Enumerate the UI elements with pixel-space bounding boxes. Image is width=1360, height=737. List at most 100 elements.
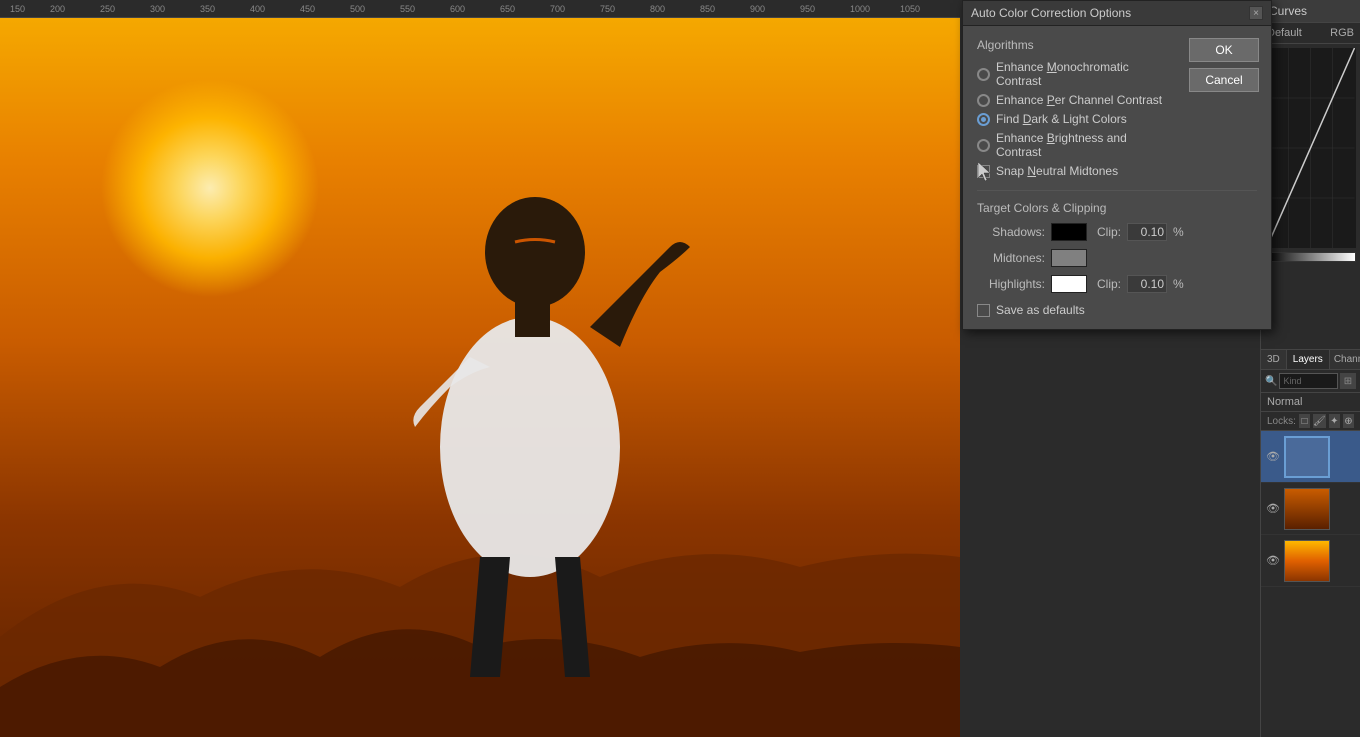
radio-row-enhance-brightness[interactable]: Enhance Brightness and Contrast xyxy=(977,131,1167,159)
sun-glow xyxy=(100,78,320,298)
ruler-mark: 150 xyxy=(10,4,25,14)
right-side-panel: Curves Default RGB xyxy=(1260,0,1360,737)
layer-thumb-1 xyxy=(1284,436,1330,478)
lock-transparency-icon[interactable]: □ xyxy=(1299,414,1310,428)
midtones-swatch[interactable] xyxy=(1051,249,1087,267)
ruler-mark: 700 xyxy=(550,4,565,14)
layer-item-2[interactable]: 👁 xyxy=(1261,483,1360,535)
highlights-swatch[interactable] xyxy=(1051,275,1087,293)
shadows-percent: % xyxy=(1173,225,1184,239)
ruler-mark: 200 xyxy=(50,4,65,14)
layer-thumb-3 xyxy=(1284,540,1330,582)
highlights-label: Highlights: xyxy=(977,277,1045,291)
ruler-mark: 950 xyxy=(800,4,815,14)
radio-row-enhance-mono[interactable]: Enhance Monochromatic Contrast xyxy=(977,60,1167,88)
curves-default-label: Default xyxy=(1267,27,1302,39)
person-silhouette xyxy=(360,97,700,707)
filter-icon[interactable]: ⊞ xyxy=(1340,373,1356,389)
algorithms-section: Algorithms Enhance Monochromatic Contras… xyxy=(977,38,1167,159)
ruler-mark: 400 xyxy=(250,4,265,14)
highlights-row: Highlights: Clip: % xyxy=(977,275,1257,293)
eye-icon-3[interactable]: 👁 xyxy=(1265,554,1281,567)
ruler-mark: 250 xyxy=(100,4,115,14)
dialog-buttons: OK Cancel xyxy=(1189,38,1259,92)
radio-label-find-dark: Find Dark & Light Colors xyxy=(996,112,1127,126)
layers-search-bar: 🔍 Kind ⊞ xyxy=(1261,370,1360,393)
blend-mode-row[interactable]: Normal xyxy=(1261,393,1360,412)
ok-button[interactable]: OK xyxy=(1189,38,1259,62)
radio-enhance-brightness[interactable] xyxy=(977,139,990,152)
ruler-mark: 650 xyxy=(500,4,515,14)
highlights-clip-input[interactable] xyxy=(1127,275,1167,293)
dialog-close-button[interactable]: × xyxy=(1249,6,1263,20)
target-clipping-section: Target Colors & Clipping Shadows: Clip: … xyxy=(977,190,1257,293)
ruler-mark: 1000 xyxy=(850,4,870,14)
layer-item-3[interactable]: 👁 xyxy=(1261,535,1360,587)
ruler-top: 150 200 250 300 350 400 450 500 550 600 … xyxy=(0,0,960,18)
layer-thumb-2 xyxy=(1284,488,1330,530)
radio-enhance-per[interactable] xyxy=(977,94,990,107)
save-defaults-checkbox[interactable] xyxy=(977,304,990,317)
ruler-mark: 900 xyxy=(750,4,765,14)
ruler-mark: 600 xyxy=(450,4,465,14)
blend-mode-label: Normal xyxy=(1267,396,1302,408)
tab-layers[interactable]: Layers xyxy=(1287,350,1330,369)
curves-title: Curves xyxy=(1269,4,1307,18)
curves-gradient-bar xyxy=(1265,252,1356,262)
highlights-clip-label: Clip: xyxy=(1097,277,1121,291)
kind-label: Kind xyxy=(1283,376,1301,386)
layers-panel: 3D Layers Channe 🔍 Kind ⊞ Normal Locks: … xyxy=(1261,350,1360,737)
ruler-mark: 1050 xyxy=(900,4,920,14)
ruler-mark: 350 xyxy=(200,4,215,14)
dialog-body: OK Cancel Algorithms Enhance Monochromat… xyxy=(963,26,1271,329)
cancel-button[interactable]: Cancel xyxy=(1189,68,1259,92)
midtones-row: Midtones: xyxy=(977,249,1257,267)
save-defaults-row[interactable]: Save as defaults xyxy=(977,303,1257,317)
search-icon: 🔍 xyxy=(1265,376,1277,387)
eye-icon-2[interactable]: 👁 xyxy=(1265,502,1281,515)
shadows-row: Shadows: Clip: % xyxy=(977,223,1257,241)
shadows-clip-input[interactable] xyxy=(1127,223,1167,241)
radio-label-enhance-per: Enhance Per Channel Contrast xyxy=(996,93,1162,107)
snap-neutral-row[interactable]: Snap Neutral Midtones xyxy=(977,164,1167,178)
shadows-label: Shadows: xyxy=(977,225,1045,239)
ruler-mark: 750 xyxy=(600,4,615,14)
ruler-mark: 500 xyxy=(350,4,365,14)
lock-row: Locks: □ 🖌 ✦ ⊕ xyxy=(1261,412,1360,431)
snap-neutral-label: Snap Neutral Midtones xyxy=(996,164,1118,178)
tab-3d[interactable]: 3D xyxy=(1261,350,1287,369)
canvas-image xyxy=(0,18,960,737)
lock-all-icon[interactable]: ⊕ xyxy=(1343,414,1354,428)
ruler-mark: 550 xyxy=(400,4,415,14)
ruler-mark: 300 xyxy=(150,4,165,14)
radio-row-find-dark[interactable]: Find Dark & Light Colors xyxy=(977,112,1167,126)
layer-item-1[interactable]: 👁 xyxy=(1261,431,1360,483)
radio-find-dark[interactable] xyxy=(977,113,990,126)
canvas-area: 150 200 250 300 350 400 450 500 550 600 … xyxy=(0,0,960,737)
cursor-pointer xyxy=(978,162,988,172)
curves-graph[interactable] xyxy=(1265,48,1356,248)
save-defaults-label: Save as defaults xyxy=(996,303,1085,317)
shadows-clip-label: Clip: xyxy=(1097,225,1121,239)
curves-panel: Curves Default RGB xyxy=(1261,0,1360,350)
layers-tabs: 3D Layers Channe xyxy=(1261,350,1360,370)
target-clipping-label: Target Colors & Clipping xyxy=(977,201,1257,215)
radio-row-enhance-per[interactable]: Enhance Per Channel Contrast xyxy=(977,93,1167,107)
layer-kind-filter[interactable]: Kind xyxy=(1279,373,1338,389)
radio-label-enhance-brightness: Enhance Brightness and Contrast xyxy=(996,131,1167,159)
eye-icon-1[interactable]: 👁 xyxy=(1265,450,1281,463)
curves-presets-row: Default RGB xyxy=(1261,23,1360,44)
midtones-label: Midtones: xyxy=(977,251,1045,265)
lock-image-icon[interactable]: 🖌 xyxy=(1313,414,1326,428)
ruler-mark: 450 xyxy=(300,4,315,14)
radio-enhance-mono[interactable] xyxy=(977,68,990,81)
highlights-percent: % xyxy=(1173,277,1184,291)
ruler-mark: 800 xyxy=(650,4,665,14)
algorithms-label: Algorithms xyxy=(977,38,1167,52)
lock-position-icon[interactable]: ✦ xyxy=(1329,414,1340,428)
auto-color-dialog: Auto Color Correction Options × OK Cance… xyxy=(962,0,1272,330)
shadows-swatch[interactable] xyxy=(1051,223,1087,241)
tab-channels[interactable]: Channe xyxy=(1330,350,1360,369)
dialog-titlebar[interactable]: Auto Color Correction Options × xyxy=(963,1,1271,26)
dialog-title: Auto Color Correction Options xyxy=(971,6,1131,20)
